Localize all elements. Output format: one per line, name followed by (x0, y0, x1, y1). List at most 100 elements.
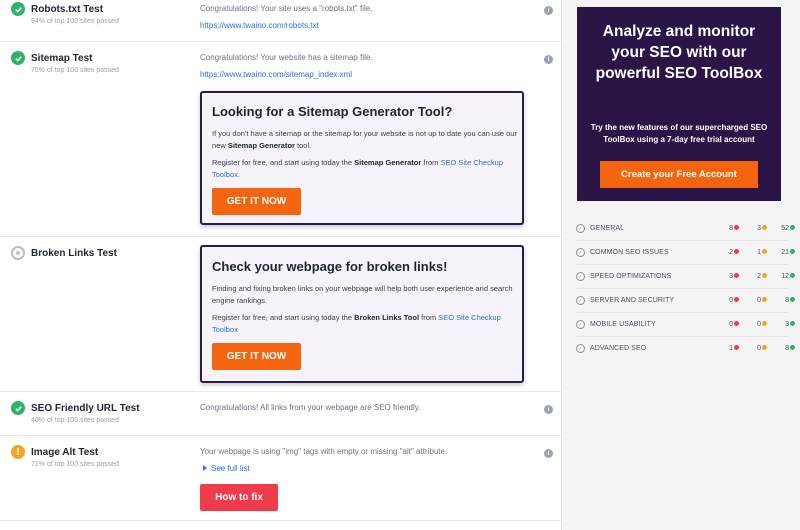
promo-title: Check your webpage for broken links! (212, 259, 448, 274)
see-full-list-label: See full list (211, 464, 250, 473)
category-row-advanced-seo[interactable]: ✓ ADVANCED SEO 1 0 8 (576, 337, 795, 361)
test-row-image-alt: ! Image Alt Test 71% of top 100 sites pa… (0, 436, 561, 521)
warning-marker-icon (762, 297, 767, 302)
passed-count: 8 (775, 345, 795, 352)
category-row-mobile-usability[interactable]: ✓ MOBILE USABILITY 0 0 3 (576, 313, 795, 337)
info-icon[interactable]: i (544, 55, 553, 64)
test-title: Robots.txt Test (31, 4, 104, 15)
pass-check-icon (11, 2, 25, 16)
failed-count: 2 (719, 249, 739, 256)
test-row-robots: Robots.txt Test 94% of top 100 sites pas… (0, 0, 561, 42)
robots-url-link[interactable]: https://www.twaino.com/robots.txt (200, 21, 319, 30)
check-circle-icon: ✓ (576, 320, 585, 329)
failed-count-value: 3 (729, 273, 733, 280)
passed-count: 52 (775, 225, 795, 232)
passed-count-value: 12 (781, 273, 789, 280)
how-to-fix-button[interactable]: How to fix (200, 484, 278, 511)
see-full-list-toggle[interactable]: See full list (203, 464, 250, 473)
get-it-now-button[interactable]: GET IT NOW (212, 188, 301, 215)
promo-bold-text: Broken Links Tool (354, 313, 420, 322)
info-icon[interactable]: i (544, 405, 553, 414)
passed-count-value: 8 (785, 345, 789, 352)
failed-count: 1 (719, 345, 739, 352)
test-title: SEO Friendly URL Test (31, 403, 140, 414)
promo-text-part: from (419, 313, 439, 322)
test-title: Image Alt Test (31, 447, 99, 458)
failed-count-value: 2 (729, 249, 733, 256)
category-row-speed-optimizations[interactable]: ✓ SPEED OPTIMIZATIONS 3 2 12 (576, 265, 795, 289)
failed-marker-icon (734, 345, 739, 350)
warning-icon: ! (11, 445, 25, 459)
info-icon[interactable]: i (544, 449, 553, 458)
failed-count-value: 0 (729, 321, 733, 328)
passed-count: 12 (775, 273, 795, 280)
promo-paragraph: If you don't have a sitemap or the sitem… (212, 128, 517, 152)
seo-report-page: Robots.txt Test 94% of top 100 sites pas… (0, 0, 800, 530)
promo-paragraph: Finding and fixing broken links on your … (212, 284, 513, 305)
create-free-account-button[interactable]: Create your Free Account (600, 161, 758, 188)
warning-count-value: 1 (757, 249, 761, 256)
promo-paragraph: Register for free, and start using today… (212, 312, 517, 336)
check-circle-icon: ✓ (576, 224, 585, 233)
pass-check-icon (11, 51, 25, 65)
category-label: SERVER AND SECURITY (590, 297, 675, 304)
check-circle-icon: ✓ (576, 296, 585, 305)
passed-count-value: 21 (781, 249, 789, 256)
passed-count-value: 52 (781, 225, 789, 232)
check-circle-icon: ✓ (576, 344, 585, 353)
warning-count-value: 0 (757, 297, 761, 304)
warning-marker-icon (762, 273, 767, 278)
caret-right-icon (203, 465, 207, 471)
test-description: Congratulations! Your website has a site… (200, 53, 373, 62)
promo-bold-text: Sitemap Generator (354, 158, 422, 167)
passed-marker-icon (790, 225, 795, 230)
category-row-general[interactable]: ✓ GENERAL 8 3 52 (576, 217, 795, 241)
passed-count-value: 3 (785, 321, 789, 328)
passed-count: 8 (775, 297, 795, 304)
failed-count: 8 (719, 225, 739, 232)
test-pass-rate: 94% of top 100 sites passed (31, 18, 119, 25)
test-pass-rate: 75% of top 100 sites passed (31, 67, 119, 74)
info-icon[interactable]: i (544, 6, 553, 15)
failed-marker-icon (734, 273, 739, 278)
test-title: Sitemap Test (31, 53, 93, 64)
failed-count: 0 (719, 321, 739, 328)
warning-marker-icon (762, 249, 767, 254)
category-row-server-and-security[interactable]: ✓ SERVER AND SECURITY 0 0 8 (576, 289, 795, 313)
test-description: Congratulations! Your site uses a "robot… (200, 4, 373, 13)
promo-text-part: Register for free, and start using today… (212, 158, 355, 167)
category-label: COMMON SEO ISSUES (590, 249, 669, 256)
test-row-broken-links: Broken Links Test Check your webpage for… (0, 237, 561, 392)
failed-count: 0 (719, 297, 739, 304)
category-label: ADVANCED SEO (590, 345, 647, 352)
failed-marker-icon (734, 297, 739, 302)
promo-text-part: from (421, 158, 441, 167)
failed-marker-icon (734, 321, 739, 326)
promo-text-part: . (237, 170, 240, 179)
promo-title: Looking for a Sitemap Generator Tool? (212, 104, 453, 119)
test-pass-rate: 40% of top 100 sites passed (31, 417, 119, 424)
sitemap-generator-promo: Looking for a Sitemap Generator Tool? If… (200, 91, 524, 225)
failed-count: 3 (719, 273, 739, 280)
warning-count: 2 (747, 273, 767, 280)
promo-bold-text: Sitemap Generator (227, 141, 295, 150)
category-row-common-seo-issues[interactable]: ✓ COMMON SEO ISSUES 2 1 21 (576, 241, 795, 265)
ad-title: Analyze and monitor your SEO with our po… (595, 23, 763, 82)
test-results-list: Robots.txt Test 94% of top 100 sites pas… (0, 0, 562, 530)
warning-count-value: 3 (757, 225, 761, 232)
check-circle-icon: ✓ (576, 272, 585, 281)
seo-toolbox-ad: Analyze and monitor your SEO with our po… (577, 7, 781, 201)
pass-check-icon (11, 401, 25, 415)
test-pass-rate: 71% of top 100 sites passed (31, 461, 119, 468)
ad-text: Try the new features of our supercharged… (590, 123, 768, 144)
passed-marker-icon (790, 249, 795, 254)
sitemap-url-link[interactable]: https://www.twaino.com/sitemap_index.xml (200, 70, 352, 79)
failed-count-value: 0 (729, 297, 733, 304)
passed-count-value: 8 (785, 297, 789, 304)
warning-count: 0 (747, 297, 767, 304)
test-description: Congratulations! All links from your web… (200, 403, 421, 412)
warning-marker-icon (762, 345, 767, 350)
get-it-now-button[interactable]: GET IT NOW (212, 343, 301, 370)
test-description: Your webpage is using "img" tags with em… (200, 447, 448, 456)
failed-marker-icon (734, 225, 739, 230)
